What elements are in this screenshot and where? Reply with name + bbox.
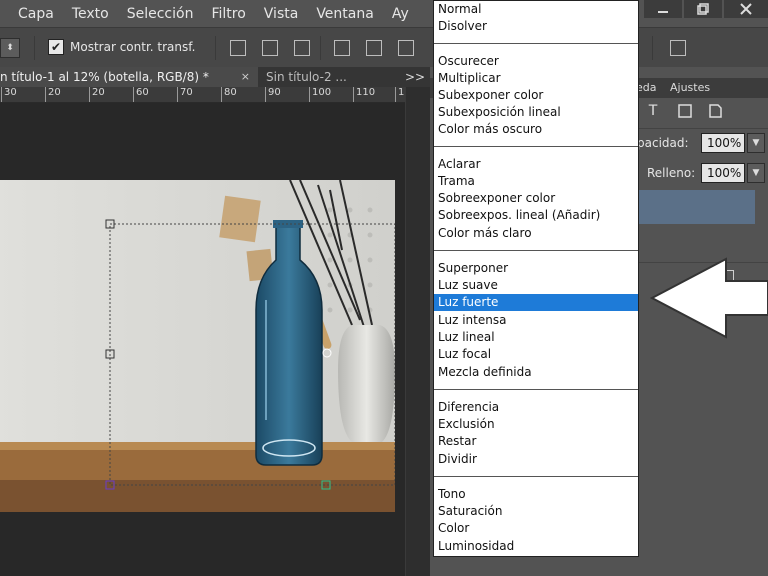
blend-mezcla-definida[interactable]: Mezcla definida	[434, 364, 638, 381]
menu-separator	[434, 250, 638, 251]
blend-tono[interactable]: Tono	[434, 486, 638, 503]
menu-capa[interactable]: Capa	[18, 6, 54, 22]
restore-icon[interactable]	[684, 0, 722, 18]
menu-separator	[434, 476, 638, 477]
opacity-input[interactable]: 100%	[701, 133, 745, 153]
blend-superponer[interactable]: Superponer	[434, 260, 638, 277]
tab-document-2[interactable]: Sin título-2 ...	[266, 67, 396, 87]
horizontal-ruler: 30 20 20 60 70 80 90 100 110 120	[0, 87, 417, 103]
tab-document-2-label: Sin título-2 ...	[266, 70, 347, 84]
fill-input[interactable]: 100%	[701, 163, 745, 183]
blend-mode-menu[interactable]: Normal Disolver Oscurecer Multiplicar Su…	[433, 0, 639, 557]
blend-sobreexponer-color[interactable]: Sobreexponer color	[434, 190, 638, 207]
align-bottom-icon[interactable]	[294, 40, 310, 56]
arrow-pointer-icon	[650, 257, 768, 339]
stepper-chevron-icon[interactable]: ⬍	[0, 38, 20, 58]
checkbox-checked-icon[interactable]: ✔	[48, 39, 64, 55]
fill-chevron-icon[interactable]: ▼	[747, 163, 765, 183]
menu-filtro[interactable]: Filtro	[211, 6, 245, 22]
show-transform-label: Mostrar contr. transf.	[70, 40, 196, 54]
align-vcenter-icon[interactable]	[262, 40, 278, 56]
blend-saturacion[interactable]: Saturación	[434, 503, 638, 520]
panel-tab-partial[interactable]: eda	[636, 78, 657, 98]
blend-oscurecer[interactable]: Oscurecer	[434, 53, 638, 70]
blend-dividir[interactable]: Dividir	[434, 451, 638, 468]
blend-luz-intensa[interactable]: Luz intensa	[434, 312, 638, 329]
document-tabs: n título-1 al 12% (botella, RGB/8) * × S…	[0, 67, 430, 87]
blend-subexponer-color[interactable]: Subexponer color	[434, 87, 638, 104]
divider	[637, 128, 768, 129]
smart-object-filter-icon[interactable]	[706, 103, 724, 121]
opacity-label: pacidad:	[637, 136, 689, 150]
ruler-tick: 70	[177, 87, 193, 102]
panel-tab-adjustments[interactable]: Ajustes	[670, 78, 710, 98]
blend-luz-fuerte[interactable]: Luz fuerte	[434, 294, 638, 311]
menu-vista[interactable]: Vista	[264, 6, 299, 22]
blend-luz-focal[interactable]: Luz focal	[434, 346, 638, 363]
blend-color[interactable]: Color	[434, 520, 638, 537]
ruler-tick: 110	[352, 87, 376, 102]
divider	[215, 36, 216, 60]
ruler-tick: 20	[45, 87, 61, 102]
tab-close-icon[interactable]: ×	[241, 67, 250, 87]
menu-ventana[interactable]: Ventana	[316, 6, 374, 22]
options-bar: ⬍ ✔ Mostrar contr. transf.	[0, 27, 768, 67]
blend-trama[interactable]: Trama	[434, 173, 638, 190]
menu-separator	[434, 146, 638, 147]
blend-diferencia[interactable]: Diferencia	[434, 399, 638, 416]
distribute-icon[interactable]	[670, 40, 686, 56]
tabs-overflow-icon[interactable]: >>	[405, 67, 425, 87]
fill-label: Relleno:	[647, 166, 696, 180]
minimize-icon[interactable]	[644, 0, 682, 18]
align-top-icon[interactable]	[230, 40, 246, 56]
blend-luminosidad[interactable]: Luminosidad	[434, 538, 638, 555]
blend-color-mas-claro[interactable]: Color más claro	[434, 225, 638, 242]
blend-luz-suave[interactable]: Luz suave	[434, 277, 638, 294]
ruler-tick: 20	[89, 87, 105, 102]
menu-texto[interactable]: Texto	[72, 6, 109, 22]
blend-disolver[interactable]: Disolver	[434, 18, 638, 35]
ruler-tick: 60	[133, 87, 149, 102]
close-window-icon[interactable]	[724, 0, 768, 18]
bottle-photo[interactable]	[0, 180, 395, 512]
ruler-tick: 80	[221, 87, 237, 102]
blend-exclusion[interactable]: Exclusión	[434, 416, 638, 433]
menu-separator	[434, 389, 638, 390]
blend-sobreexpos-lineal[interactable]: Sobreexpos. lineal (Añadir)	[434, 207, 638, 224]
shape-layer-filter-icon[interactable]	[676, 103, 694, 121]
blend-normal[interactable]: Normal	[434, 1, 638, 18]
blend-luz-lineal[interactable]: Luz lineal	[434, 329, 638, 346]
canvas-vertical-scrollbar[interactable]	[405, 87, 430, 576]
align-right-icon[interactable]	[398, 40, 414, 56]
blend-subexposicion-lineal[interactable]: Subexposición lineal	[434, 104, 638, 121]
type-layer-filter-icon[interactable]: T	[644, 103, 662, 121]
blend-aclarar[interactable]: Aclarar	[434, 156, 638, 173]
tab-document-1[interactable]: n título-1 al 12% (botella, RGB/8) * ×	[0, 67, 258, 87]
menu-separator	[434, 43, 638, 44]
blend-color-mas-oscuro[interactable]: Color más oscuro	[434, 121, 638, 138]
selected-layer-row[interactable]	[637, 190, 755, 224]
blend-multiplicar[interactable]: Multiplicar	[434, 70, 638, 87]
align-hcenter-icon[interactable]	[366, 40, 382, 56]
tab-document-1-label: n título-1 al 12% (botella, RGB/8) *	[0, 70, 209, 84]
divider	[652, 36, 653, 60]
align-left-icon[interactable]	[334, 40, 350, 56]
menu-ayuda[interactable]: Ay	[392, 6, 409, 22]
ruler-tick: 90	[265, 87, 281, 102]
show-transform-controls[interactable]: ✔ Mostrar contr. transf.	[48, 39, 195, 55]
ruler-tick: 30	[1, 87, 17, 102]
menu-seleccion[interactable]: Selección	[127, 6, 194, 22]
ruler-tick: 100	[308, 87, 332, 102]
divider	[320, 36, 321, 60]
divider	[34, 36, 35, 60]
blend-restar[interactable]: Restar	[434, 433, 638, 450]
opacity-chevron-icon[interactable]: ▼	[747, 133, 765, 153]
